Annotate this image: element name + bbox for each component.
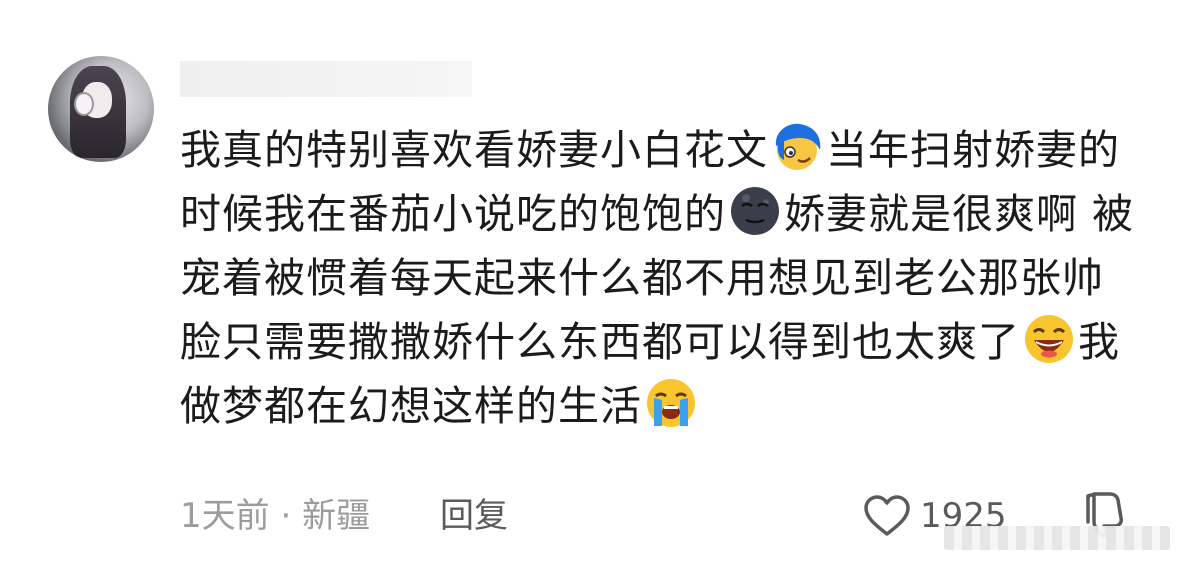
comment-time: 1天前 <box>180 496 270 536</box>
dark-moon-face-emoji-icon <box>731 187 779 235</box>
comment-text: 我真的特别喜欢看娇妻小白花文 当年扫射娇妻的时候我在番茄小说吃的饱饱的 娇妻就是… <box>180 118 1140 438</box>
comment-meta: 1天前 · 新疆 <box>180 494 370 538</box>
avatar-earphone <box>74 92 94 116</box>
reply-button[interactable]: 回复 <box>440 494 508 538</box>
loudly-crying-emoji-icon <box>647 379 695 427</box>
username-redacted <box>180 61 472 97</box>
comment-location: 新疆 <box>302 496 371 536</box>
blue-hair-grin-emoji-icon <box>775 123 821 170</box>
comment-item: 我真的特别喜欢看娇妻小白花文 当年扫射娇妻的时候我在番茄小说吃的饱饱的 娇妻就是… <box>0 0 1178 566</box>
avatar[interactable] <box>48 56 154 162</box>
watermark-overlay <box>944 526 1170 550</box>
meta-separator: · <box>269 496 303 536</box>
heart-icon[interactable] <box>864 495 910 537</box>
grinning-squint-emoji-icon <box>1025 315 1073 363</box>
comment-text-segment-1: 我真的特别喜欢看娇妻小白花文 <box>180 126 768 174</box>
